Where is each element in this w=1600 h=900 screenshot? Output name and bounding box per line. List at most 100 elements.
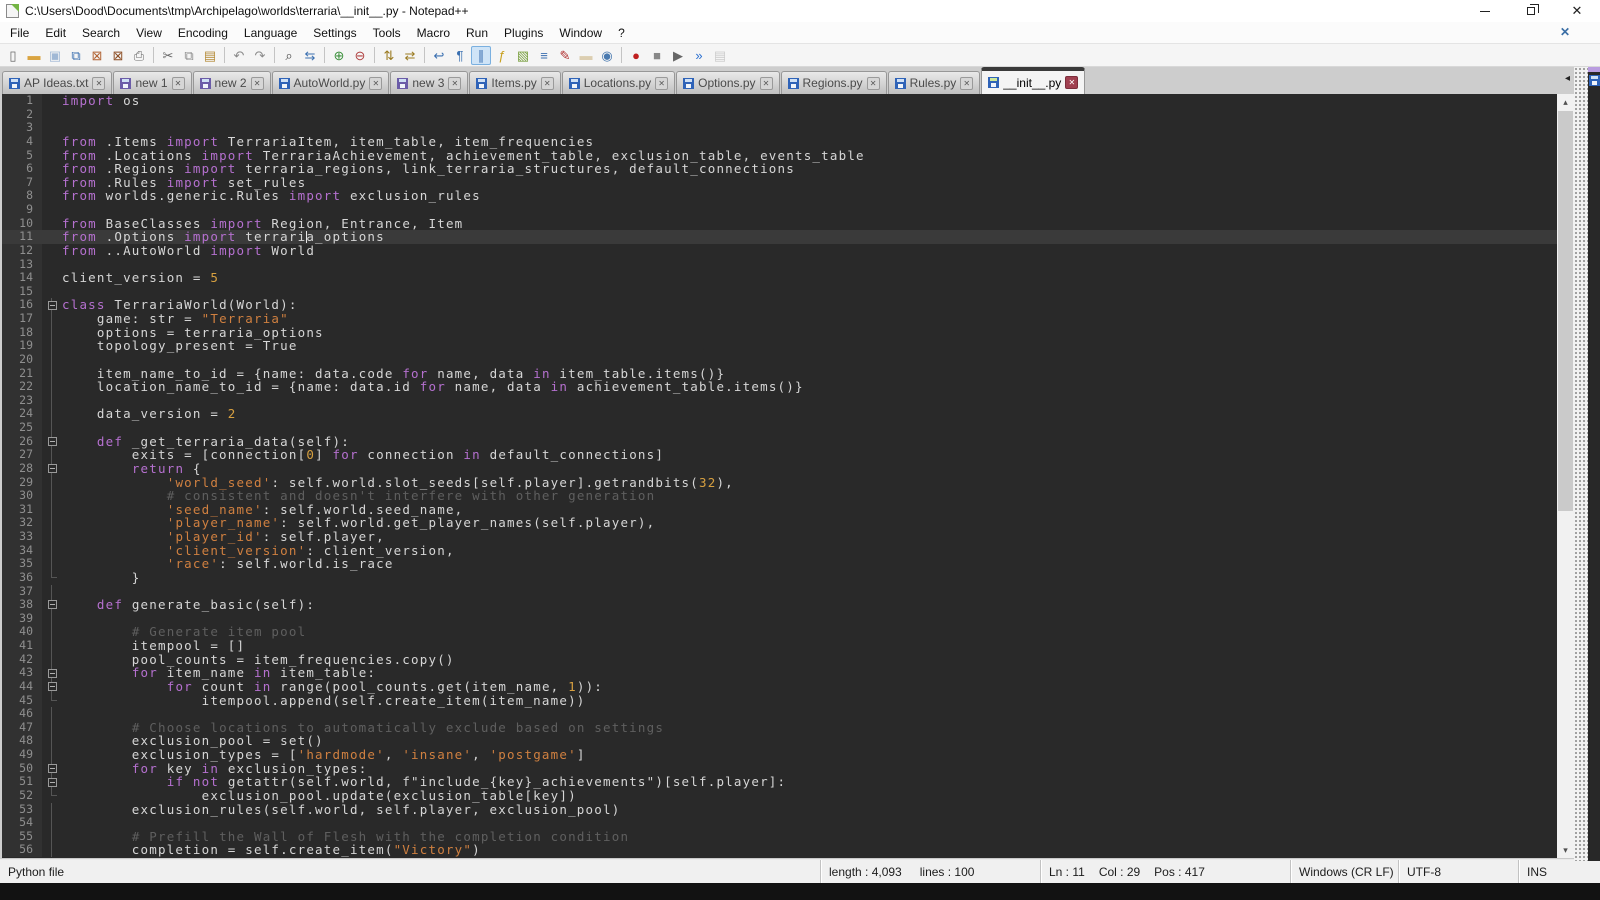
macro-record-button[interactable]: ● — [626, 46, 646, 65]
macro-play-button[interactable]: ▶ — [668, 46, 688, 65]
code-text[interactable] — [62, 707, 1557, 721]
close-all-button[interactable]: ⊠ — [108, 46, 128, 65]
function-list-button[interactable]: ƒ — [492, 46, 512, 65]
document-list-button[interactable]: ≡ — [534, 46, 554, 65]
tab-close-icon[interactable]: ✕ — [172, 77, 185, 90]
code-text[interactable]: # Choose locations to automatically excl… — [62, 721, 1557, 735]
code-text[interactable]: from ..AutoWorld import World — [62, 244, 1557, 258]
menu-item-search[interactable]: Search — [74, 24, 128, 42]
tab-close-icon[interactable]: ✕ — [251, 77, 264, 90]
code-text[interactable]: 'player_name': self.world.get_player_nam… — [62, 516, 1557, 530]
menu-item-file[interactable]: File — [2, 24, 37, 42]
close-button[interactable]: ⊠ — [87, 46, 107, 65]
tab-close-icon[interactable]: ✕ — [655, 77, 668, 90]
fold-margin[interactable] — [42, 435, 62, 449]
code-pane[interactable]: 1import os234from .Items import Terraria… — [2, 94, 1557, 858]
indent-guide-button[interactable]: ∥ — [471, 46, 491, 65]
code-text[interactable]: for item_name in item_table: — [62, 666, 1557, 680]
code-text[interactable] — [62, 285, 1557, 299]
code-text[interactable]: from .Items import TerrariaItem, item_ta… — [62, 135, 1557, 149]
code-text[interactable]: def _get_terraria_data(self): — [62, 435, 1557, 449]
tab-close-icon[interactable]: ✕ — [448, 77, 461, 90]
code-text[interactable] — [62, 421, 1557, 435]
tab-rules-py[interactable]: Rules.py✕ — [888, 71, 981, 94]
fold-collapse-icon[interactable] — [48, 600, 57, 609]
macro-run-multiple-button[interactable]: » — [689, 46, 709, 65]
code-text[interactable]: exits = [connection[0] for connection in… — [62, 448, 1557, 462]
code-text[interactable]: client_version = 5 — [62, 271, 1557, 285]
code-text[interactable]: } — [62, 571, 1557, 585]
zoom-out-button[interactable]: ⊖ — [350, 46, 370, 65]
menu-item-edit[interactable]: Edit — [37, 24, 74, 42]
code-text[interactable]: return { — [62, 462, 1557, 476]
code-text[interactable]: exclusion_types = ['hardmode', 'insane',… — [62, 748, 1557, 762]
folder-as-workspace-button[interactable]: ▬ — [576, 46, 596, 65]
code-text[interactable]: 'player_id': self.player, — [62, 530, 1557, 544]
paste-button[interactable]: ▤ — [200, 46, 220, 65]
code-text[interactable]: item_name_to_id = {name: data.code for n… — [62, 367, 1557, 381]
tab-options-py[interactable]: Options.py✕ — [676, 71, 779, 94]
tab-close-icon[interactable]: ✕ — [760, 77, 773, 90]
code-text[interactable]: # Generate item pool — [62, 625, 1557, 639]
tab-close-icon[interactable]: ✕ — [867, 77, 880, 90]
code-text[interactable]: options = terraria_options — [62, 326, 1557, 340]
scrollbar-thumb[interactable] — [1558, 111, 1573, 511]
save-all-button[interactable]: ⧉ — [66, 46, 86, 65]
code-text[interactable]: location_name_to_id = {name: data.id for… — [62, 380, 1557, 394]
scroll-up-icon[interactable]: ▴ — [1557, 94, 1574, 110]
macro-stop-button[interactable]: ■ — [647, 46, 667, 65]
code-text[interactable]: 'race': self.world.is_race — [62, 557, 1557, 571]
code-text[interactable] — [62, 121, 1557, 135]
edit-marker-button[interactable]: ✎ — [555, 46, 575, 65]
code-text[interactable]: def generate_basic(self): — [62, 598, 1557, 612]
code-text[interactable]: # Prefill the Wall of Flesh with the com… — [62, 830, 1557, 844]
code-text[interactable]: game: str = "Terraria" — [62, 312, 1557, 326]
code-text[interactable]: completion = self.create_item("Victory") — [62, 843, 1557, 857]
menu-item-tools[interactable]: Tools — [365, 24, 409, 42]
code-text[interactable]: pool_counts = item_frequencies.copy() — [62, 653, 1557, 667]
menu-item-settings[interactable]: Settings — [305, 24, 364, 42]
macro-save-button[interactable]: ▤ — [710, 46, 730, 65]
code-text[interactable]: from BaseClasses import Region, Entrance… — [62, 217, 1557, 231]
menu-item-view[interactable]: View — [128, 24, 170, 42]
open-file-button[interactable]: ▬ — [24, 46, 44, 65]
word-wrap-button[interactable]: ↩ — [429, 46, 449, 65]
menu-item-encoding[interactable]: Encoding — [170, 24, 236, 42]
fold-margin[interactable] — [42, 775, 62, 789]
menu-item-window[interactable]: Window — [551, 24, 610, 42]
code-text[interactable]: import os — [62, 94, 1557, 108]
copy-button[interactable]: ⧉ — [179, 46, 199, 65]
code-text[interactable]: from worlds.generic.Rules import exclusi… — [62, 189, 1557, 203]
tab-items-py[interactable]: Items.py✕ — [469, 71, 560, 94]
tab-new-1[interactable]: new 1✕ — [113, 71, 191, 94]
fold-collapse-icon[interactable] — [48, 764, 57, 773]
code-text[interactable] — [62, 203, 1557, 217]
code-text[interactable]: exclusion_pool.update(exclusion_table[ke… — [62, 789, 1557, 803]
preview-button[interactable]: ◉ — [597, 46, 617, 65]
code-text[interactable]: itempool = [] — [62, 639, 1557, 653]
replace-button[interactable]: ⇆ — [300, 46, 320, 65]
save-button[interactable]: ▣ — [45, 46, 65, 65]
code-text[interactable] — [62, 816, 1557, 830]
code-text[interactable]: from .Regions import terraria_regions, l… — [62, 162, 1557, 176]
code-text[interactable]: 'world_seed': self.world.slot_seeds[self… — [62, 476, 1557, 490]
fold-collapse-icon[interactable] — [48, 437, 57, 446]
show-all-characters-button[interactable]: ¶ — [450, 46, 470, 65]
new-file-button[interactable]: ▯ — [3, 46, 23, 65]
minimize-button[interactable] — [1462, 0, 1508, 22]
document-map-button[interactable]: ▧ — [513, 46, 533, 65]
code-text[interactable]: 'seed_name': self.world.seed_name, — [62, 503, 1557, 517]
tab-close-icon[interactable]: ✕ — [960, 77, 973, 90]
vertical-scrollbar[interactable]: ▴ ▾ — [1557, 94, 1574, 858]
code-text[interactable]: exclusion_rules(self.world, self.player,… — [62, 803, 1557, 817]
restore-button[interactable] — [1508, 0, 1554, 22]
find-button[interactable]: ⌕ — [279, 46, 299, 65]
code-text[interactable]: topology_present = True — [62, 339, 1557, 353]
fold-collapse-icon[interactable] — [48, 669, 57, 678]
tab-ap-ideas-txt[interactable]: AP Ideas.txt✕ — [2, 71, 112, 94]
code-text[interactable]: for count in range(pool_counts.get(item_… — [62, 680, 1557, 694]
code-text[interactable]: itempool.append(self.create_item(item_na… — [62, 694, 1557, 708]
close-document-icon[interactable]: ✕ — [1556, 24, 1574, 40]
code-text[interactable]: data_version = 2 — [62, 407, 1557, 421]
code-text[interactable]: # consistent and doesn't interfere with … — [62, 489, 1557, 503]
